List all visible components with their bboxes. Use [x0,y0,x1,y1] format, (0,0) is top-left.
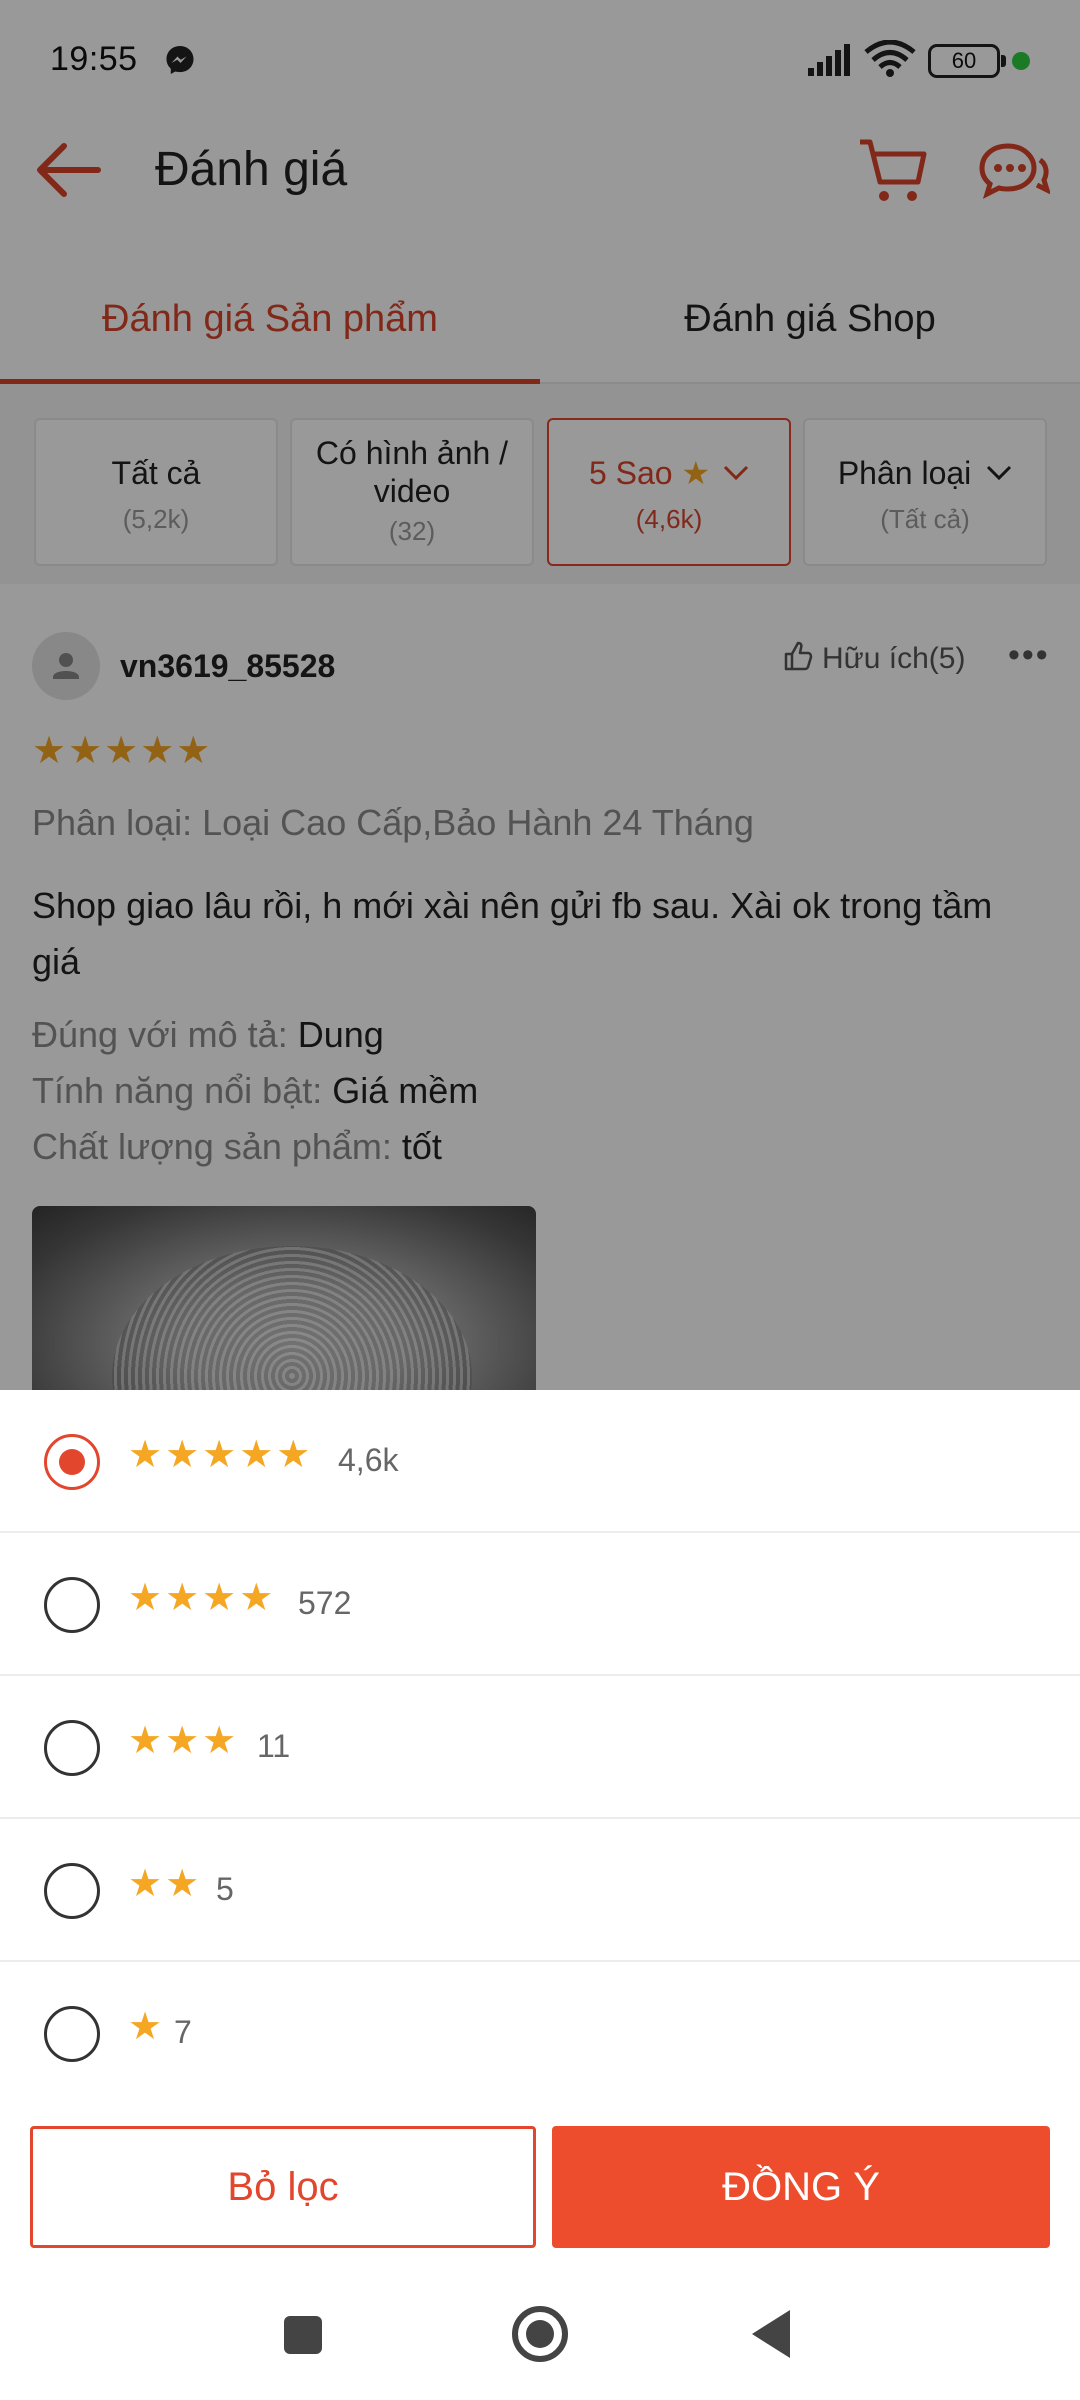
radio-button[interactable] [44,1720,100,1776]
star-icons: ★ [128,2006,166,2048]
radio-button[interactable] [44,1863,100,1919]
star-option-1[interactable]: ★ 7 [0,1962,1080,2105]
radio-button[interactable] [44,1434,100,1490]
system-back-button[interactable] [752,2310,790,2358]
option-count: 7 [174,2014,192,2050]
radio-button[interactable] [44,2006,100,2062]
star-option-3[interactable]: ★★★ 11 [0,1676,1080,1819]
star-option-5[interactable]: ★★★★★ 4,6k [0,1390,1080,1533]
star-icons: ★★★★ [128,1577,277,1619]
star-icons: ★★★ [128,1720,240,1762]
reset-filter-button[interactable]: Bỏ lọc [30,2126,536,2248]
option-count: 572 [298,1585,352,1621]
recent-apps-button[interactable] [284,2316,322,2354]
option-count: 4,6k [338,1442,399,1478]
star-icons: ★★★★★ [128,1434,314,1476]
option-count: 5 [216,1871,234,1907]
radio-button[interactable] [44,1577,100,1633]
star-option-4[interactable]: ★★★★ 572 [0,1533,1080,1676]
option-count: 11 [257,1728,291,1764]
star-option-2[interactable]: ★★ 5 [0,1819,1080,1962]
star-icons: ★★ [128,1863,203,1905]
confirm-button[interactable]: ĐỒNG Ý [552,2126,1050,2248]
home-button[interactable] [512,2306,568,2362]
modal-scrim[interactable] [0,0,1080,1390]
